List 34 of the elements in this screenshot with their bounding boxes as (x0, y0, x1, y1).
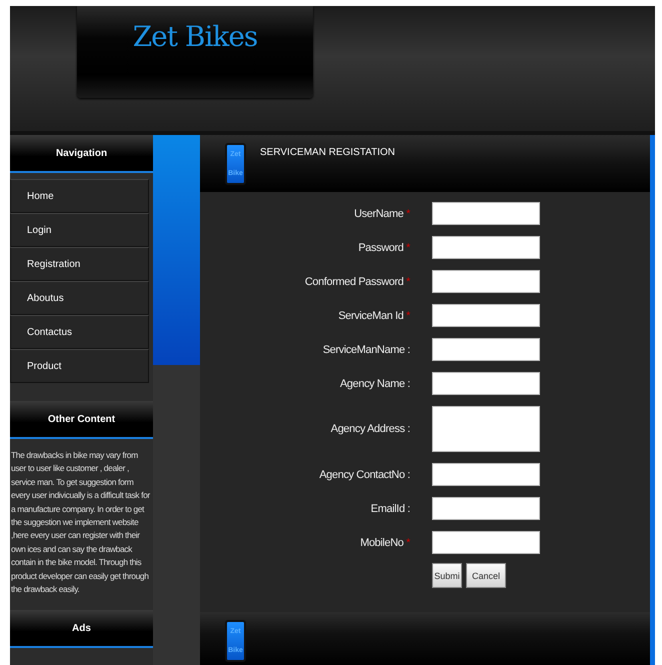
text-input[interactable] (432, 338, 540, 361)
field-label: UserName * (353, 208, 410, 220)
field-label: Password * (357, 242, 410, 254)
text-input[interactable] (432, 202, 540, 225)
text-input[interactable] (432, 236, 540, 259)
field-label: MobileNo * (359, 536, 410, 548)
nav-link[interactable]: Home (10, 179, 149, 213)
submit-button[interactable]: Submi (432, 563, 462, 588)
text-input[interactable] (432, 497, 540, 520)
text-input[interactable] (432, 531, 540, 554)
nav-link[interactable]: Product (10, 349, 149, 383)
sidebar-heading: Ads (10, 610, 153, 648)
field-label: Agency ContactNo : (318, 468, 410, 480)
sidebar-heading: Other Content (10, 401, 153, 439)
field-label: ServiceManName : (322, 344, 410, 356)
nav-link[interactable]: Contactus (10, 315, 149, 349)
nav-link[interactable]: Aboutus (10, 281, 149, 315)
field-label: EmailId : (370, 502, 410, 514)
form-title: SERVICEMAN REGISTATION (260, 146, 396, 158)
field-label: Agency Name : (338, 378, 410, 390)
field-label: Conformed Password * (304, 276, 410, 288)
text-input[interactable] (432, 372, 540, 395)
textarea-field[interactable] (432, 406, 540, 452)
field-label: ServiceMan Id * (337, 310, 410, 322)
text-input[interactable] (432, 270, 540, 293)
text-input[interactable] (432, 463, 540, 486)
field-label: Agency Address : (330, 423, 410, 435)
site-logo: Zet Bikes (132, 19, 258, 55)
sidebar-heading: Navigation (10, 135, 153, 173)
nav-link[interactable]: Login (10, 213, 149, 247)
sidebar-paragraph: The drawbacks in bike may vary from user to user like customer , dealer , service man. To get suggestion form every user indivicually is a difficult task for a manufacture company. In order to get the suggestion we implement website ,here every user can register with their own ices and can say the drawback contain in the bike model. Through this product developer can easily get through the drawback easily. (10, 449, 151, 596)
text-input[interactable] (432, 304, 540, 327)
nav-link[interactable]: Registration (10, 247, 149, 281)
cancel-button[interactable]: Cancel (466, 563, 506, 588)
